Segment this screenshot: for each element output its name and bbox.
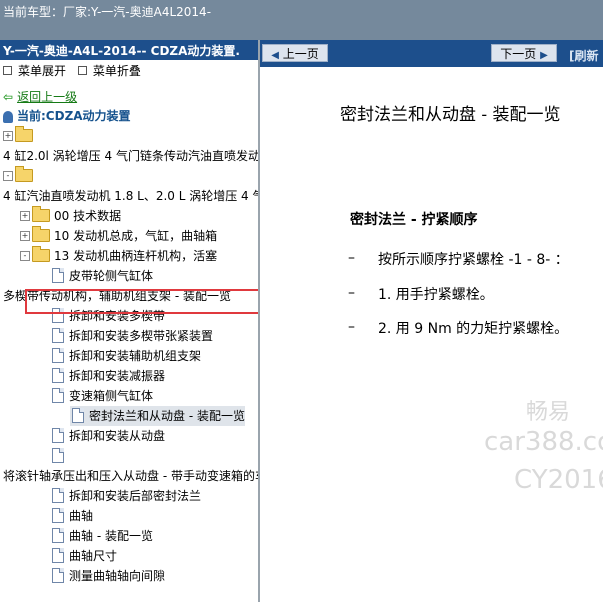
document-icon [52, 268, 64, 283]
tree-item[interactable]: 密封法兰和从动盘 - 装配一览 [70, 406, 245, 426]
back-link[interactable]: 返回上一级 [17, 90, 77, 104]
document-icon [52, 548, 64, 563]
document-icon [52, 368, 64, 383]
vehicle-info: 当前车型：厂家:Y-一汽-奥迪A4L2014- [3, 5, 212, 19]
tree-item-label: 曲轴 - 装配一览 [69, 529, 153, 543]
tree-item-label: 测量曲轴轴向间隙 [69, 569, 166, 583]
tree-item-label: 拆卸和安装多楔带张紧装置 [69, 329, 214, 343]
tree-item-label: 4 缸汽油直喷发动机 1.8 L、2.0 L 涡轮增压 4 气门 [3, 189, 260, 203]
tree-item-label: 10 发动机总成，气缸，曲轴箱 [54, 229, 218, 243]
folder-icon [15, 166, 33, 182]
collapse-icon[interactable]: - [3, 170, 13, 181]
right-panel: ◀ 上一页 下一页 ▶ [刷新 密封法兰和从动盘 - 装配一览 密封法兰 - 拧… [260, 40, 603, 602]
tree-item[interactable]: 4 缸汽油直喷发动机 1.8 L、2.0 L 涡轮增压 4 气门 [0, 186, 260, 206]
highlight-box [25, 289, 258, 314]
collapse-icon[interactable]: - [20, 250, 30, 261]
document-content: 密封法兰和从动盘 - 装配一览 密封法兰 - 拧紧顺序 – 按所示顺序拧紧螺栓 … [260, 67, 603, 602]
square-icon [77, 66, 87, 75]
refresh-link[interactable]: [刷新 [569, 47, 599, 64]
page-title: 密封法兰和从动盘 - 装配一览 [340, 105, 561, 125]
document-icon [72, 408, 84, 423]
tree-item-label: 拆卸和安装辅助机组支架 [69, 349, 202, 363]
prev-page-button[interactable]: ◀ 上一页 [262, 44, 328, 62]
section-heading: 密封法兰 - 拧紧顺序 [350, 212, 478, 228]
tree-item-label: 拆卸和安装减振器 [69, 369, 166, 383]
next-page-button[interactable]: 下一页 ▶ [491, 44, 557, 62]
tree-item[interactable]: 曲轴尺寸 [0, 546, 117, 566]
tree-item-label: 拆卸和安装从动盘 [69, 429, 166, 443]
tree-item[interactable]: 曲轴 [0, 506, 93, 526]
document-icon [52, 488, 64, 503]
tree-item[interactable]: 拆卸和安装减振器 [0, 366, 165, 386]
tree-item-label: 将滚针轴承压出和压入从动盘 - 带手动变速箱的车辆 [3, 469, 260, 483]
tree-item-label: 曲轴尺寸 [69, 549, 118, 563]
back-arrow-icon: ⇦ [3, 90, 14, 104]
list-dash: – [348, 250, 355, 266]
document-icon [52, 388, 64, 403]
watermark-line-3: CY2016 [514, 465, 603, 495]
tree-item-label: 拆卸和安装后部密封法兰 [69, 489, 202, 503]
tree-item[interactable]: - 13 发动机曲柄连杆机构，活塞 [0, 246, 217, 266]
left-panel: Y-一汽-奥迪-A4L-2014-- CDZA动力装置. 菜单展开 菜单折叠 ⇦… [0, 40, 260, 602]
expand-icon[interactable]: + [20, 210, 30, 221]
tree-item[interactable]: 测量曲轴轴向间隙 [0, 566, 165, 586]
tree-item[interactable]: +10 发动机总成，气缸，曲轴箱 [0, 226, 217, 246]
tree-item[interactable]: - [0, 166, 37, 186]
prev-arrow-icon: ◀ [271, 50, 279, 61]
folder-icon [32, 246, 50, 262]
tree-item[interactable]: 4 缸2.0l 涡轮增压 4 气门链条传动汽油直喷发动机 [0, 146, 260, 166]
square-icon [3, 66, 12, 75]
document-icon [52, 328, 64, 343]
left-panel-title: Y-一汽-奥迪-A4L-2014-- CDZA动力装置. [0, 40, 258, 60]
folder-icon [15, 126, 33, 142]
page-nav-bar: ◀ 上一页 下一页 ▶ [刷新 [260, 40, 603, 67]
watermark-line-2: car388.com [484, 427, 603, 457]
tree-item[interactable]: + [0, 126, 37, 146]
top-bar: 当前车型：厂家:Y-一汽-奥迪A4L2014- [0, 0, 603, 40]
tree-item[interactable]: 曲轴 - 装配一览 [0, 526, 153, 546]
tree-item[interactable]: +00 技术数据 [0, 206, 121, 226]
list-dash: – [348, 319, 355, 335]
expand-icon[interactable]: + [20, 230, 30, 241]
tree-item-label: 变速箱侧气缸体 [69, 389, 154, 403]
current-location: 当前:CDZA动力装置 [17, 109, 131, 123]
expand-all-button[interactable]: 菜单展开 [3, 64, 66, 78]
collapse-all-button[interactable]: 菜单折叠 [77, 64, 141, 78]
document-icon [52, 348, 64, 363]
tree-item-label: 曲轴 [69, 509, 94, 523]
tree-item[interactable] [0, 446, 69, 466]
document-icon [52, 428, 64, 443]
tree-item[interactable]: 变速箱侧气缸体 [0, 386, 153, 406]
list-dash: – [348, 285, 355, 301]
folder-icon [32, 206, 50, 222]
tree-item-label: 13 发动机曲柄连杆机构，活塞 [54, 249, 218, 263]
tree-item[interactable]: 将滚针轴承压出和压入从动盘 - 带手动变速箱的车辆 [0, 466, 260, 486]
document-icon [52, 508, 64, 523]
tree-item-label: 皮带轮侧气缸体 [69, 269, 154, 283]
tree-item[interactable]: 拆卸和安装从动盘 [0, 426, 165, 446]
tree-item-label: 00 技术数据 [54, 209, 122, 223]
watermark-line-1: 畅易 [526, 400, 571, 425]
folder-icon [32, 226, 50, 242]
tree-item[interactable]: 拆卸和安装多楔带张紧装置 [0, 326, 213, 346]
current-row: 当前:CDZA动力装置 [0, 107, 258, 126]
tree-item[interactable]: 拆卸和安装辅助机组支架 [0, 346, 201, 366]
back-row: ⇦ 返回上一级 [0, 88, 258, 107]
menu-ops: 菜单展开 菜单折叠 [0, 60, 258, 82]
step-2: 1. 用手拧紧螺栓。 [378, 287, 494, 303]
document-icon [52, 568, 64, 583]
document-icon [52, 528, 64, 543]
step-1: 按所示顺序拧紧螺栓 -1 - 8- ： [378, 252, 569, 268]
tree-item[interactable]: 拆卸和安装后部密封法兰 [0, 486, 201, 506]
document-icon [52, 448, 64, 463]
next-arrow-icon: ▶ [540, 50, 548, 61]
expand-icon[interactable]: + [3, 130, 13, 141]
person-icon [3, 110, 13, 123]
tree-item-label: 密封法兰和从动盘 - 装配一览 [89, 409, 245, 423]
tree-item[interactable]: 皮带轮侧气缸体 [0, 266, 153, 286]
step-3: 2. 用 9 Nm 的力矩拧紧螺栓。 [378, 321, 569, 337]
tree-item-label: 4 缸2.0l 涡轮增压 4 气门链条传动汽油直喷发动机 [3, 149, 260, 163]
